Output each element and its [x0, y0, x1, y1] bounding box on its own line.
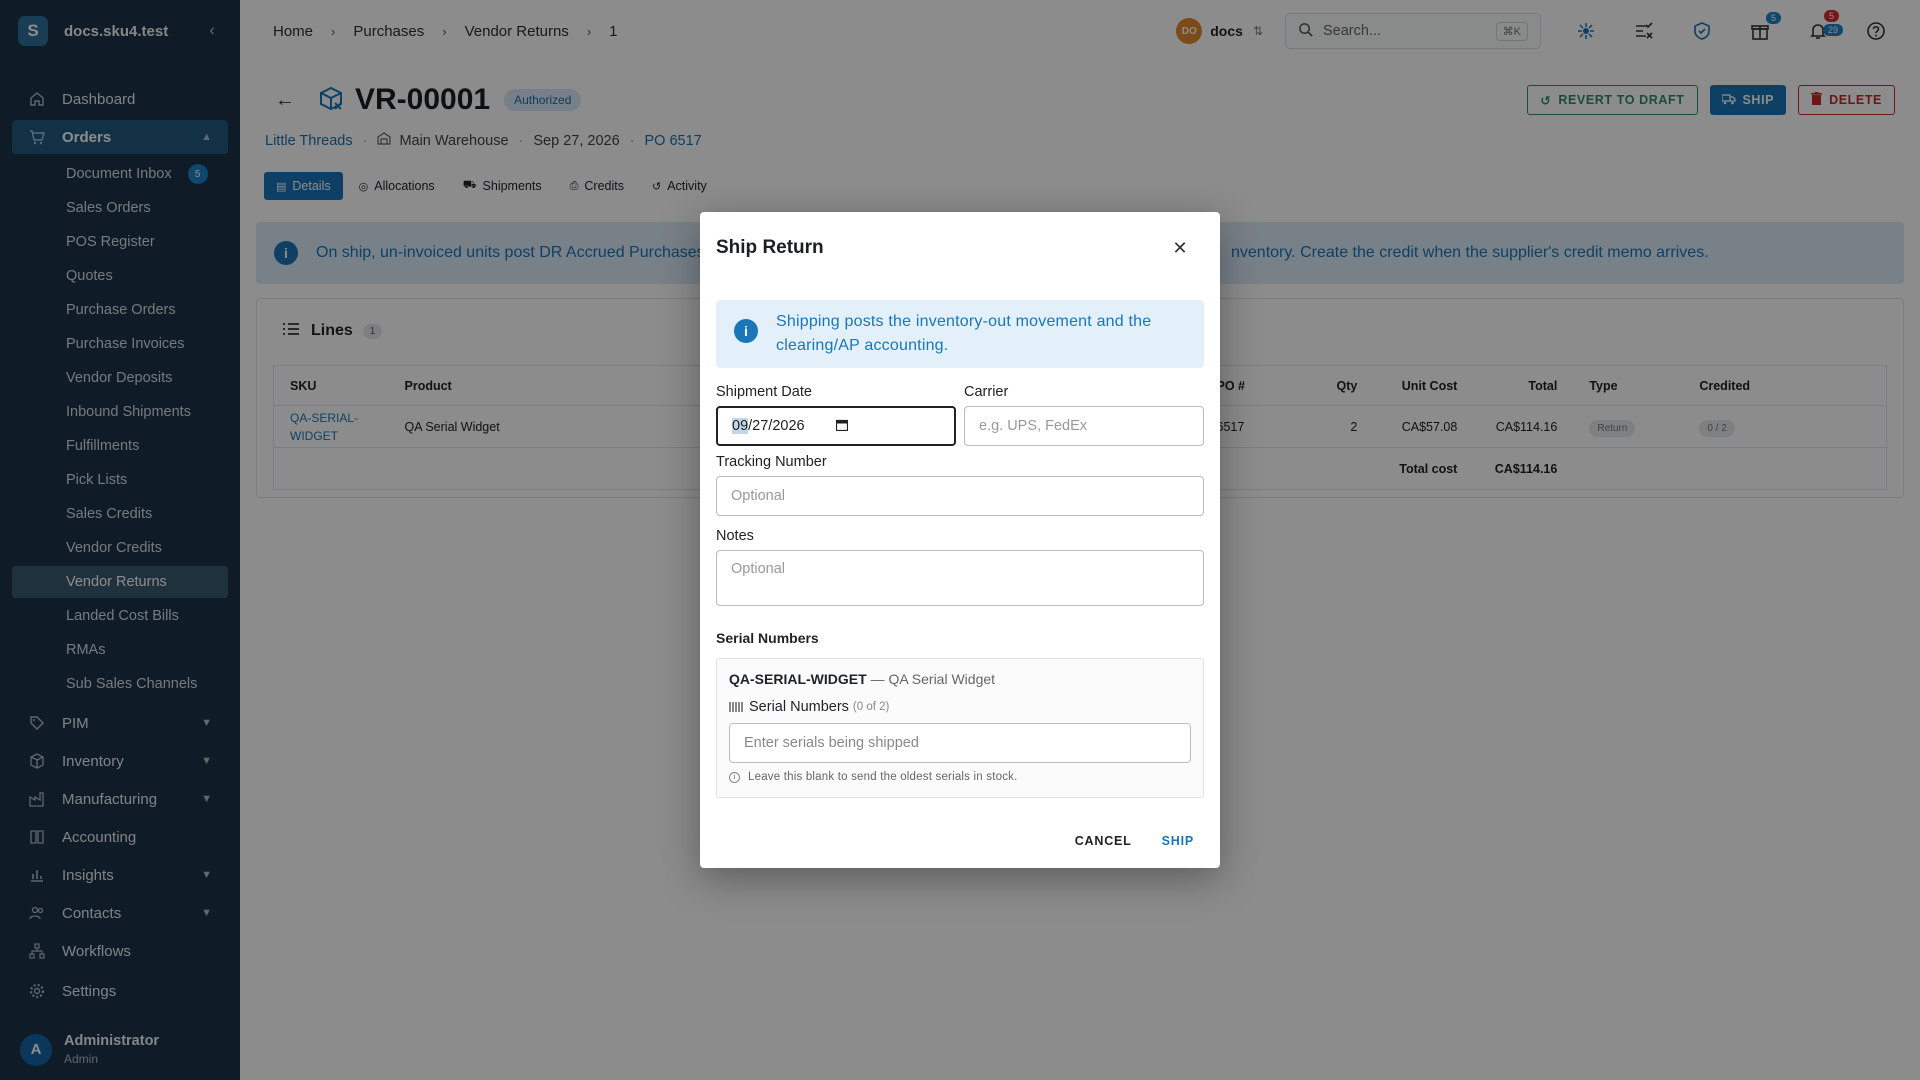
tracking-label: Tracking Number [716, 454, 827, 470]
notes-label: Notes [716, 528, 754, 544]
dialog-header: Ship Return ✕ [700, 212, 1220, 284]
date-rest: /27/2026 [748, 418, 805, 434]
info-icon: i [729, 771, 740, 783]
shipment-date-label: Shipment Date [716, 384, 812, 400]
ship-return-dialog: Ship Return ✕ i Shipping posts the inven… [700, 212, 1220, 868]
tracking-input[interactable]: Optional [716, 476, 1204, 516]
notes-textarea[interactable]: Optional [716, 550, 1204, 606]
date-carrier-row: Shipment Date 09/27/2026 Carrier e.g. UP… [716, 384, 1204, 446]
carrier-label: Carrier [964, 384, 1009, 400]
carrier-input[interactable]: e.g. UPS, FedEx [964, 406, 1204, 446]
serial-product: QA Serial Widget [888, 671, 996, 687]
confirm-ship-button[interactable]: SHIP [1162, 834, 1194, 848]
carrier-field: Carrier e.g. UPS, FedEx [964, 384, 1204, 446]
serials-input[interactable]: Enter serials being shipped [729, 723, 1191, 763]
serial-hint: i Leave this blank to send the oldest se… [729, 771, 1191, 783]
serial-line-item: QA-SERIAL-WIDGET — QA Serial Widget [729, 671, 1191, 687]
cancel-button[interactable]: CANCEL [1075, 834, 1132, 848]
shipment-date-field: Shipment Date 09/27/2026 [716, 384, 956, 446]
calendar-icon[interactable] [835, 419, 849, 434]
serial-label: Serial Numbers [749, 699, 849, 715]
shipment-date-input[interactable]: 09/27/2026 [716, 406, 956, 446]
serial-count: (0 of 2) [852, 701, 890, 713]
close-icon[interactable]: ✕ [1168, 238, 1192, 259]
serial-dash: — [866, 671, 889, 687]
dialog-footer: CANCEL SHIP [1045, 834, 1194, 848]
dialog-body: i Shipping posts the inventory-out movem… [700, 300, 1220, 798]
barcode-icon [729, 702, 743, 712]
tracking-field: Tracking Number Optional [716, 454, 1204, 516]
serial-count-row: Serial Numbers (0 of 2) [729, 699, 1191, 715]
info-icon: i [734, 319, 758, 343]
serial-box: QA-SERIAL-WIDGET — QA Serial Widget Seri… [716, 658, 1204, 798]
info-text: Shipping posts the inventory-out movemen… [776, 313, 1152, 354]
date-month-segment[interactable]: 09 [732, 418, 749, 434]
notes-field: Notes Optional [716, 528, 1204, 606]
serial-section-title: Serial Numbers [716, 630, 819, 646]
dialog-info-alert: i Shipping posts the inventory-out movem… [716, 300, 1204, 368]
dialog-title: Ship Return [716, 237, 824, 258]
serial-sku: QA-SERIAL-WIDGET [729, 671, 867, 687]
hint-text: Leave this blank to send the oldest seri… [748, 771, 1018, 783]
